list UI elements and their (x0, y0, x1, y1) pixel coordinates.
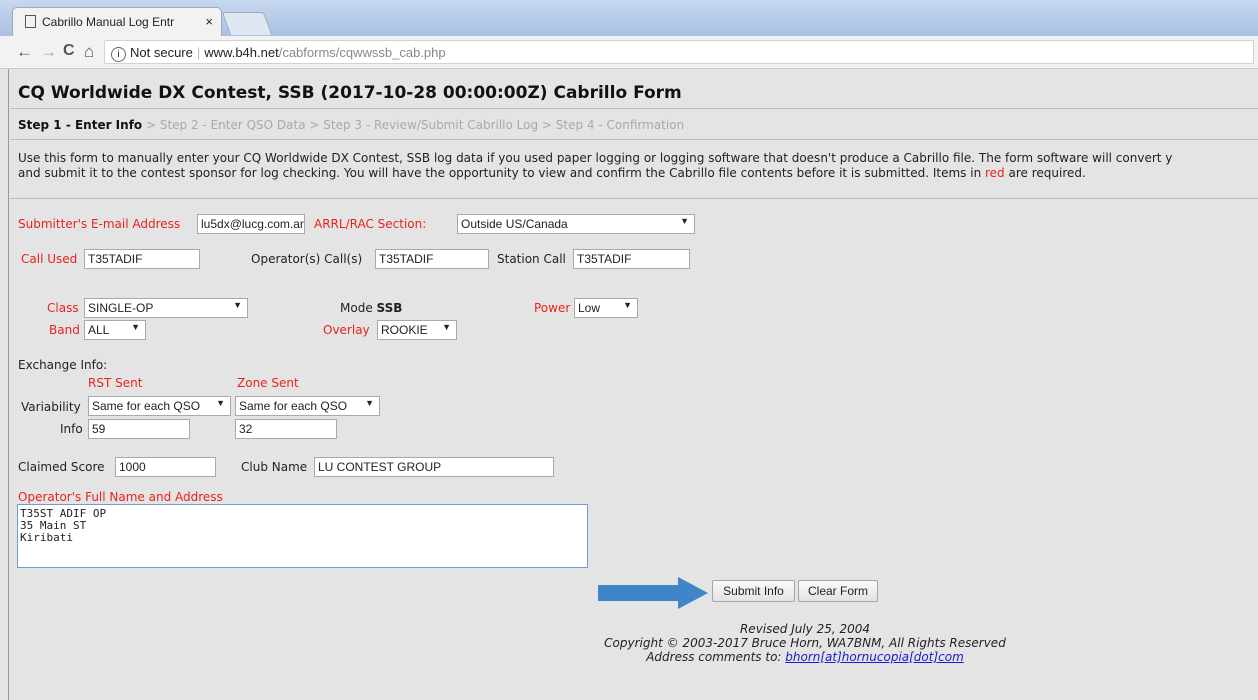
address-line: T35ST ADIF OP (20, 507, 107, 520)
pointer-arrow-icon (598, 577, 708, 609)
section-select[interactable]: Outside US/Canada ▼ (457, 214, 695, 234)
rst-variability-select[interactable]: Same for each QSO ▼ (88, 396, 231, 416)
chevron-down-icon: ▼ (131, 322, 140, 332)
mode-label: Mode SSB (340, 301, 403, 315)
station-call-field[interactable]: T35TADIF (573, 249, 690, 269)
exchange-info-label: Exchange Info: (18, 358, 108, 372)
chevron-down-icon: ▼ (365, 398, 374, 408)
browser-tab[interactable]: Cabrillo Manual Log Entr × (12, 7, 222, 36)
call-used-field[interactable]: T35TADIF (84, 249, 200, 269)
chevron-down-icon: ▼ (233, 300, 242, 310)
url-path: /cabforms/cqwwssb_cab.php (278, 45, 446, 60)
page-title: CQ Worldwide DX Contest, SSB (2017-10-28… (18, 83, 682, 103)
operators-field[interactable]: T35TADIF (375, 249, 489, 269)
comments-line: Address comments to: bhorn[at]hornucopia… (646, 650, 964, 664)
operators-label: Operator(s) Call(s) (251, 252, 363, 266)
section-label: ARRL/RAC Section: (314, 217, 427, 231)
power-label: Power (534, 301, 571, 315)
close-tab-icon[interactable]: × (205, 14, 213, 29)
zone-variability-select[interactable]: Same for each QSO ▼ (235, 396, 380, 416)
class-label: Class (47, 301, 79, 315)
revised-date: Revised July 25, 2004 (739, 622, 871, 636)
info-icon[interactable]: i (111, 47, 126, 62)
back-icon[interactable]: ← (16, 42, 33, 62)
footer: Revised July 25, 2004 Copyright © 2003-2… (560, 622, 1050, 664)
current-step: Step 1 - Enter Info (18, 118, 143, 132)
call-used-label: Call Used (21, 252, 78, 266)
forward-icon[interactable]: → (40, 42, 57, 62)
submit-info-button[interactable]: Submit Info (712, 580, 795, 602)
address-label: Operator's Full Name and Address (18, 490, 223, 504)
mode-value: SSB (376, 301, 403, 315)
email-field[interactable]: lu5dx@lucg.com.ar (197, 214, 305, 234)
zone-info-field[interactable]: 32 (235, 419, 337, 439)
overlay-select[interactable]: ROOKIE ▼ (377, 320, 457, 340)
station-call-label: Station Call (497, 252, 566, 266)
chevron-down-icon: ▼ (216, 398, 225, 408)
claimed-score-field[interactable]: 1000 (115, 457, 216, 477)
step-breadcrumb: Step 1 - Enter Info > Step 2 - Enter QSO… (18, 118, 684, 132)
divider (10, 198, 1258, 199)
power-select[interactable]: Low ▼ (574, 298, 638, 318)
new-tab-button[interactable] (221, 12, 273, 35)
chevron-down-icon: ▼ (623, 300, 632, 310)
address-line: Kiribati (20, 531, 73, 544)
divider (10, 108, 1258, 109)
address-textarea[interactable]: T35ST ADIF OP 35 Main ST Kiribati (17, 504, 588, 568)
chevron-down-icon: ▼ (442, 322, 451, 332)
contact-email-link[interactable]: bhorn[at]hornucopia[dot]com (785, 650, 964, 664)
email-label: Submitter's E-mail Address (18, 217, 181, 231)
variability-label: Variability (21, 400, 81, 414)
rst-info-field[interactable]: 59 (88, 419, 190, 439)
club-name-label: Club Name (241, 460, 308, 474)
copyright: Copyright © 2003-2017 Bruce Horn, WA7BNM… (604, 636, 1006, 650)
page-icon (25, 15, 36, 28)
zone-sent-label: Zone Sent (237, 376, 299, 390)
browser-tab-bar: Cabrillo Manual Log Entr × (0, 0, 1258, 36)
band-select[interactable]: ALL ▼ (84, 320, 146, 340)
rst-sent-label: RST Sent (88, 376, 143, 390)
left-border (8, 69, 9, 700)
reload-icon[interactable]: C (63, 42, 75, 60)
claimed-score-label: Claimed Score (18, 460, 105, 474)
clear-form-button[interactable]: Clear Form (798, 580, 878, 602)
class-select[interactable]: SINGLE-OP ▼ (84, 298, 248, 318)
info-label: Info (60, 422, 83, 436)
address-bar[interactable]: i Not secure | www.b4h.net/cabforms/cqwwssb… (104, 40, 1254, 64)
security-label: Not secure (130, 45, 193, 60)
tab-title: Cabrillo Manual Log Entr (42, 15, 175, 29)
divider (10, 139, 1258, 140)
url-host: www.b4h.net (204, 45, 279, 60)
address-line: 35 Main ST (20, 519, 87, 532)
club-name-field[interactable]: LU CONTEST GROUP (314, 457, 554, 477)
intro-text: Use this form to manually enter your CQ … (18, 151, 1173, 180)
band-label: Band (49, 323, 80, 337)
browser-toolbar: ← → C ⌂ i Not secure | www.b4h.net/cabforms… (0, 36, 1258, 69)
overlay-label: Overlay (323, 323, 370, 337)
remaining-steps: > Step 2 - Enter QSO Data > Step 3 - Rev… (142, 118, 685, 132)
chevron-down-icon: ▼ (680, 216, 689, 226)
home-icon[interactable]: ⌂ (84, 42, 94, 62)
